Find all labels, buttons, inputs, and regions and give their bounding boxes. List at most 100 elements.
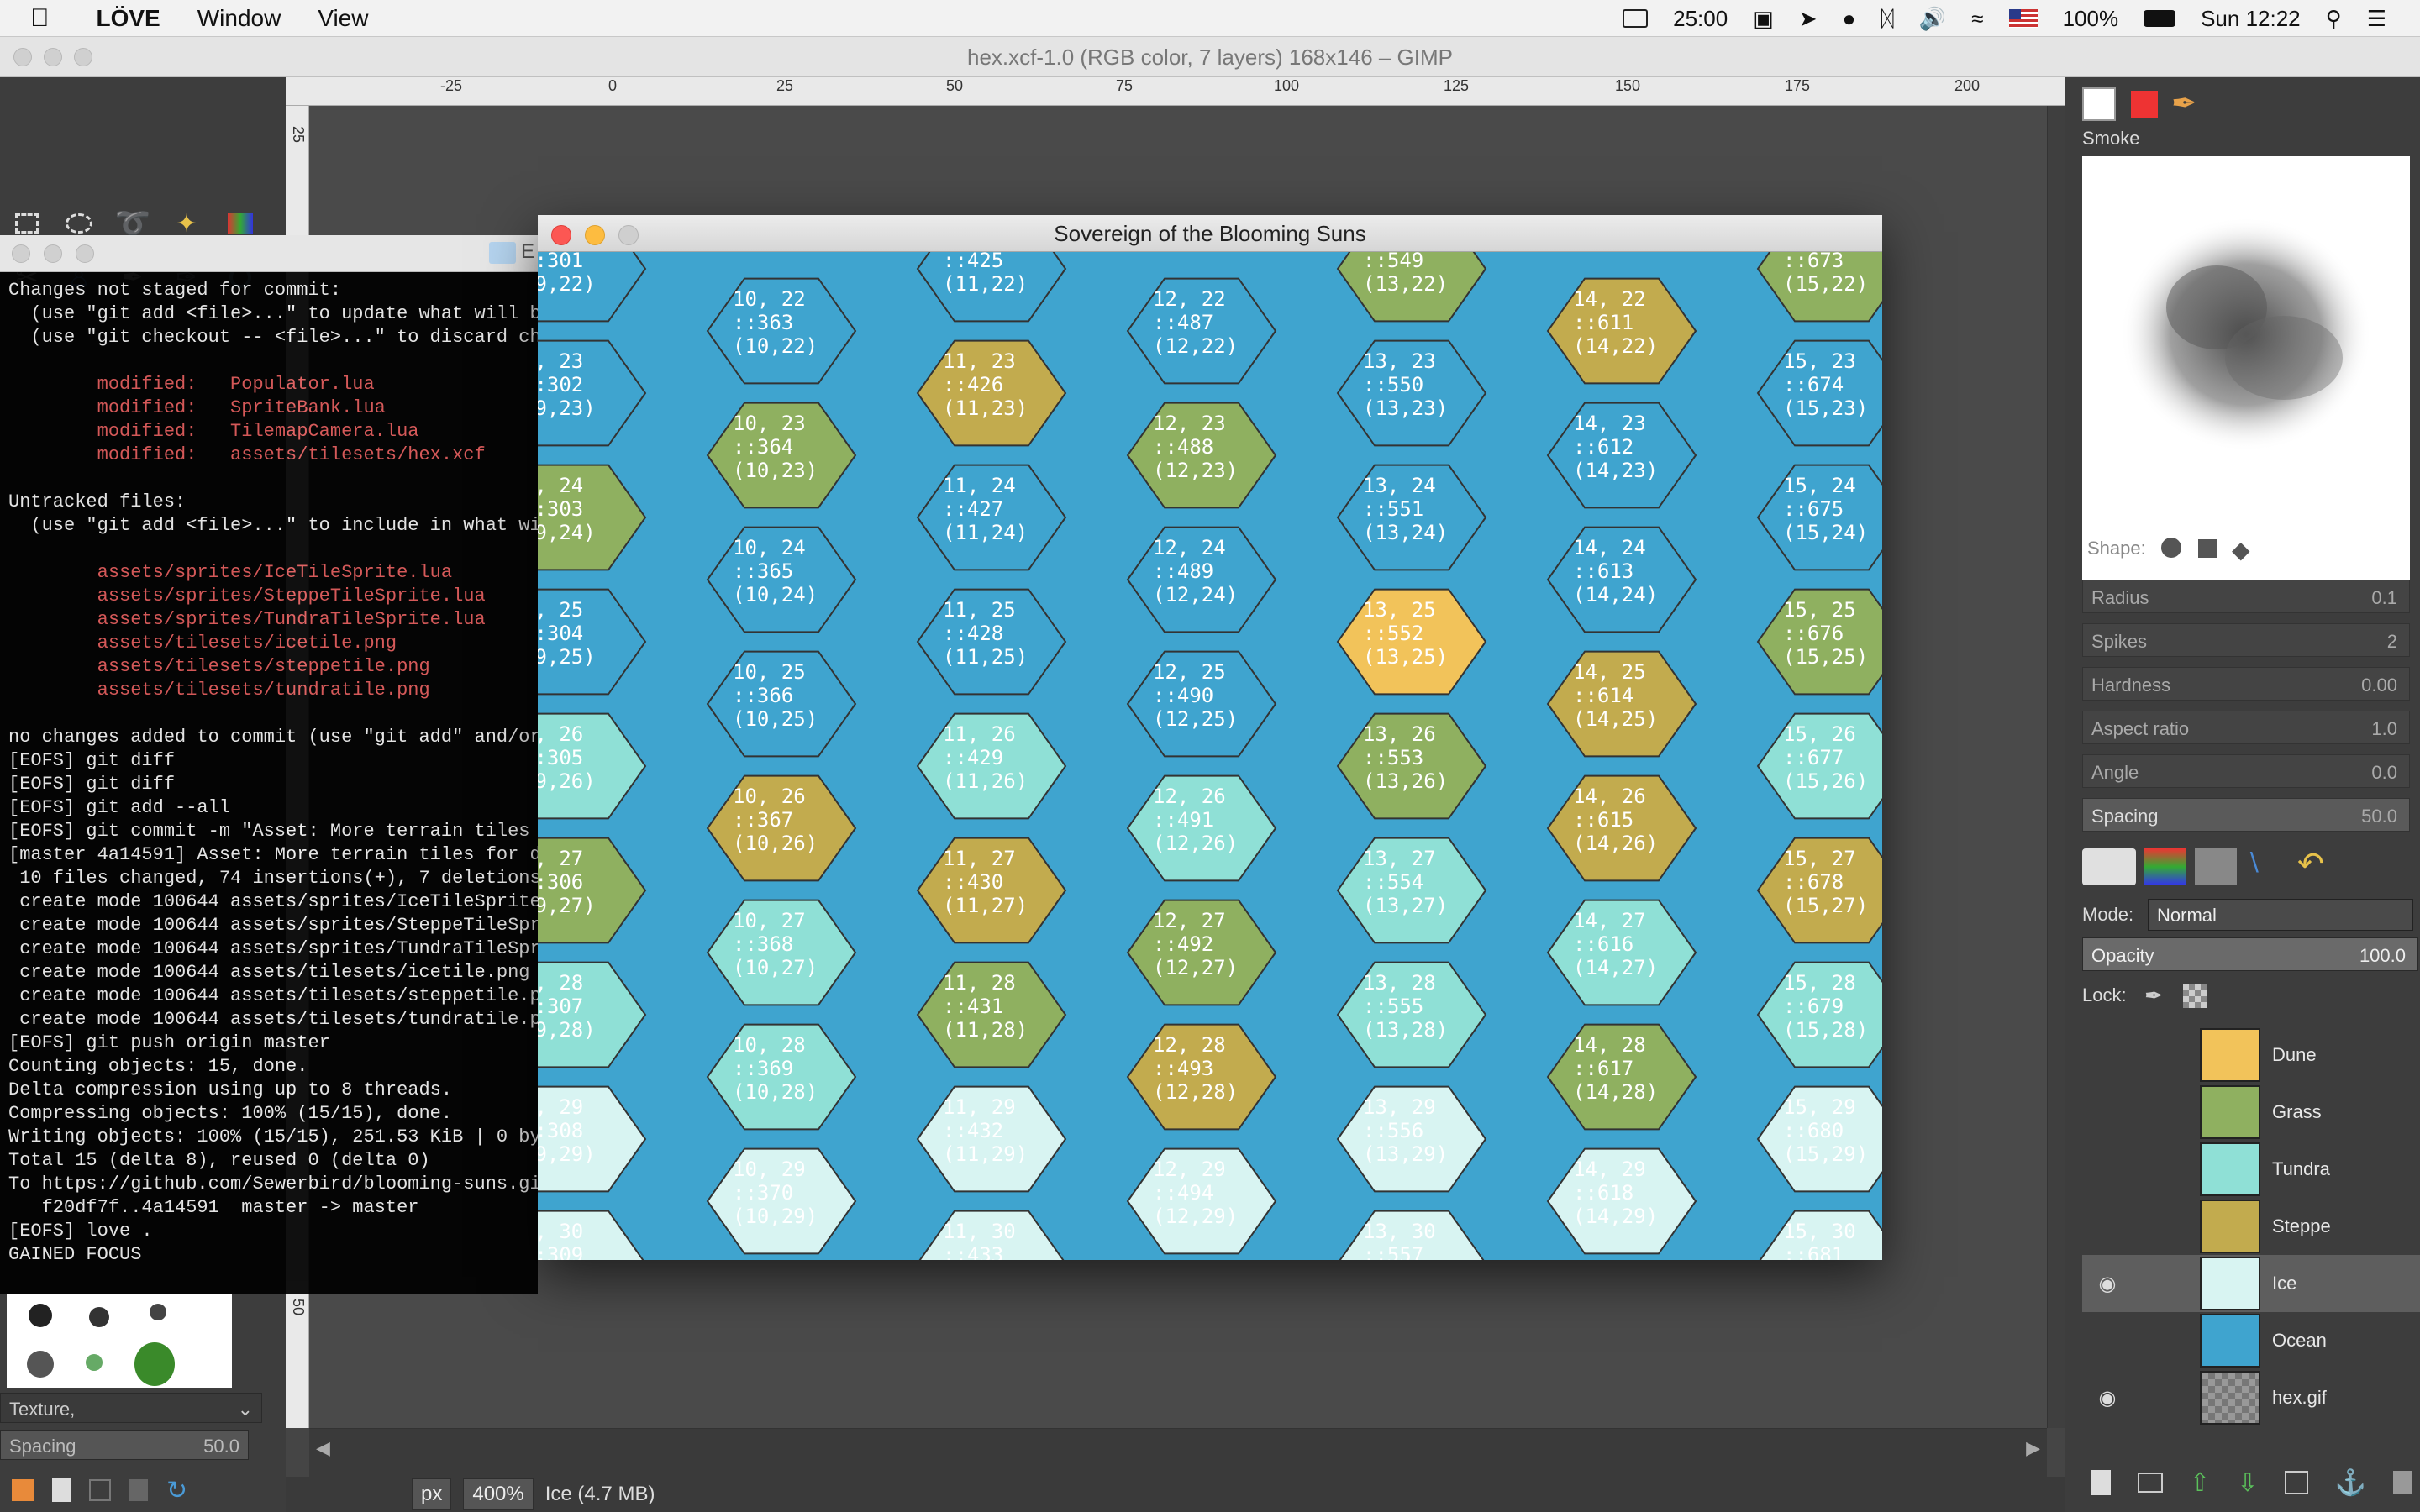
brush-thumbnails[interactable] <box>7 1294 232 1388</box>
zoom-button[interactable] <box>74 48 92 66</box>
opacity-slider[interactable]: Opacity 100.0 <box>2082 937 2418 971</box>
timer-text[interactable]: 25:00 <box>1673 6 1728 32</box>
mode-value: Normal <box>2157 905 2217 926</box>
option-label: Aspect ratio <box>2091 718 2190 739</box>
undo-history-tab-icon[interactable]: ↶ <box>2297 845 2324 883</box>
game-window: Sovereign of the Blooming Suns 9, 22::30… <box>538 215 1882 1260</box>
chat-icon[interactable]: ● <box>1843 6 1856 32</box>
layer-row[interactable]: Steppe <box>2082 1198 2420 1255</box>
zoom-button[interactable] <box>618 225 639 245</box>
minimize-button[interactable] <box>44 48 62 66</box>
close-button[interactable] <box>13 48 32 66</box>
layer-row[interactable]: Ocean <box>2082 1312 2420 1369</box>
bluetooth-icon[interactable]: ᛞ <box>1881 6 1894 32</box>
ruler-tick: 175 <box>1785 77 1811 94</box>
terminal-line: assets/sprites/IceTileSprite.lua <box>8 562 453 583</box>
brush-option-spacing[interactable]: Spacing 50.0 <box>2082 798 2410 832</box>
layers-footer: ⇧ ⇩ ⚓ <box>2082 1462 2420 1504</box>
brush-option-hardness[interactable]: Hardness 0.00 <box>2082 667 2410 701</box>
screen-record-icon[interactable] <box>1623 9 1649 28</box>
terminal-line: modified: Populator.lua <box>8 374 375 395</box>
edit-brush-icon[interactable] <box>12 1479 34 1501</box>
delete-brush-icon[interactable] <box>129 1479 148 1501</box>
close-button[interactable] <box>12 244 30 263</box>
horizontal-ruler[interactable]: -25 0 25 50 75 100 125 150 175 200 <box>286 77 2065 106</box>
app-menu[interactable]: LÖVE <box>97 5 160 32</box>
wifi-icon[interactable]: ≈ <box>1971 6 1983 32</box>
zoom-select[interactable]: 400% <box>463 1478 534 1510</box>
terminal-line: Delta compression using up to 8 threads. <box>8 1079 453 1100</box>
close-button[interactable] <box>551 225 571 245</box>
terminal-line: create mode 100644 assets/tilesets/tundr… <box>8 1009 538 1030</box>
eye-icon[interactable]: ◉ <box>2082 1386 2133 1410</box>
refresh-brushes-icon[interactable]: ↻ <box>166 1476 187 1505</box>
terminal-line: [EOFS] git push origin master <box>8 1032 330 1053</box>
apple-icon[interactable]:  <box>30 4 50 33</box>
circle-shape-icon[interactable] <box>2161 538 2181 558</box>
new-layer-group-icon[interactable] <box>2137 1473 2163 1493</box>
lower-layer-icon[interactable]: ⇩ <box>2237 1468 2258 1498</box>
anchor-layer-icon[interactable]: ⚓ <box>2335 1468 2366 1498</box>
spotlight-search-icon[interactable]: ⚲ <box>2326 6 2342 32</box>
paint-tab-icon[interactable]: ✒ <box>2171 86 2196 121</box>
paths-tab-icon[interactable] <box>2195 848 2237 885</box>
diamond-shape-icon[interactable]: ◆ <box>2232 536 2250 564</box>
new-brush-icon[interactable] <box>52 1478 71 1502</box>
duplicate-brush-icon[interactable] <box>89 1479 111 1501</box>
terminal-line: Total 15 (delta 8), reused 0 (delta 0) <box>8 1150 430 1171</box>
switch-icon[interactable]: ▣ <box>1753 6 1774 32</box>
layers-tab-icon[interactable] <box>2082 848 2136 885</box>
volume-icon[interactable]: 🔊 <box>1919 6 1946 32</box>
option-value: 0.0 <box>2371 762 2397 783</box>
lock-alpha-icon[interactable] <box>2183 984 2207 1008</box>
patterns-tab-icon[interactable] <box>2131 91 2158 118</box>
menu-window[interactable]: Window <box>197 5 281 32</box>
layer-row[interactable]: ◉ Ice <box>2082 1255 2420 1312</box>
brush-tag-select[interactable]: Texture, ⌄ <box>0 1393 262 1423</box>
ruler-tick: 25 <box>776 77 794 94</box>
brush-spacing-slider[interactable]: Spacing 50.0 <box>0 1430 249 1460</box>
vertical-scrollbar[interactable] <box>2047 106 2065 1428</box>
channels-tab-icon[interactable] <box>2144 848 2186 885</box>
layer-row[interactable]: ◉ hex.gif <box>2082 1369 2420 1426</box>
raise-layer-icon[interactable]: ⇧ <box>2189 1468 2210 1498</box>
delete-layer-icon[interactable] <box>2392 1471 2412 1494</box>
brush-option-radius[interactable]: Radius 0.1 <box>2082 580 2410 613</box>
unit-select[interactable]: px <box>412 1478 452 1510</box>
brush-option-spikes[interactable]: Spikes 2 <box>2082 623 2410 657</box>
terminal-line: no changes added to commit (use "git add… <box>8 727 538 748</box>
terminal-window[interactable]: Changes not staged for commit: (use "git… <box>0 235 538 1294</box>
notification-center-icon[interactable]: ☰ <box>2367 6 2386 32</box>
duplicate-layer-icon[interactable] <box>2285 1471 2309 1494</box>
flag-icon[interactable] <box>2008 9 2038 28</box>
layer-name: Ice <box>2272 1273 2297 1294</box>
brush-option-aspect-ratio[interactable]: Aspect ratio 1.0 <box>2082 711 2410 744</box>
layer-row[interactable]: Tundra <box>2082 1141 2420 1198</box>
new-layer-icon[interactable] <box>2091 1470 2111 1495</box>
clock[interactable]: Sun 12:22 <box>2201 6 2301 32</box>
send-icon[interactable]: ➤ <box>1799 6 1818 32</box>
scroll-right-icon[interactable]: ▶ <box>2026 1437 2040 1459</box>
layer-thumbnail <box>2200 1085 2260 1139</box>
terminal-line: assets/sprites/TundraTileSprite.lua <box>8 609 486 630</box>
minimize-button[interactable] <box>44 244 62 263</box>
eye-icon[interactable]: ◉ <box>2082 1272 2133 1296</box>
battery-percent[interactable]: 100% <box>2063 6 2119 32</box>
terminal-output: Changes not staged for commit: (use "git… <box>8 279 538 1267</box>
layer-row[interactable]: Dune <box>2082 1026 2420 1084</box>
ruler-tick: 100 <box>1274 77 1300 94</box>
scroll-left-icon[interactable]: ◀ <box>316 1437 330 1459</box>
minimize-button[interactable] <box>585 225 605 245</box>
square-shape-icon[interactable] <box>2198 539 2217 558</box>
layer-row[interactable]: Grass <box>2082 1084 2420 1141</box>
hex-map[interactable]: 9, 22::301(9,22)9, 23::302(9,23)9, 24::3… <box>538 252 1882 1260</box>
zoom-button[interactable] <box>76 244 94 263</box>
lock-pixels-icon[interactable]: ✒ <box>2144 983 2163 1009</box>
brush-option-angle[interactable]: Angle 0.0 <box>2082 754 2410 788</box>
brushes-tab-icon[interactable] <box>2082 87 2116 121</box>
colormap-tab-icon[interactable]: ∖ <box>2245 848 2287 885</box>
horizontal-scrollbar[interactable]: ◀ ▶ <box>309 1428 2047 1477</box>
menu-view[interactable]: View <box>318 5 368 32</box>
battery-icon[interactable] <box>2144 10 2176 27</box>
mode-select[interactable]: Normal <box>2148 899 2413 931</box>
